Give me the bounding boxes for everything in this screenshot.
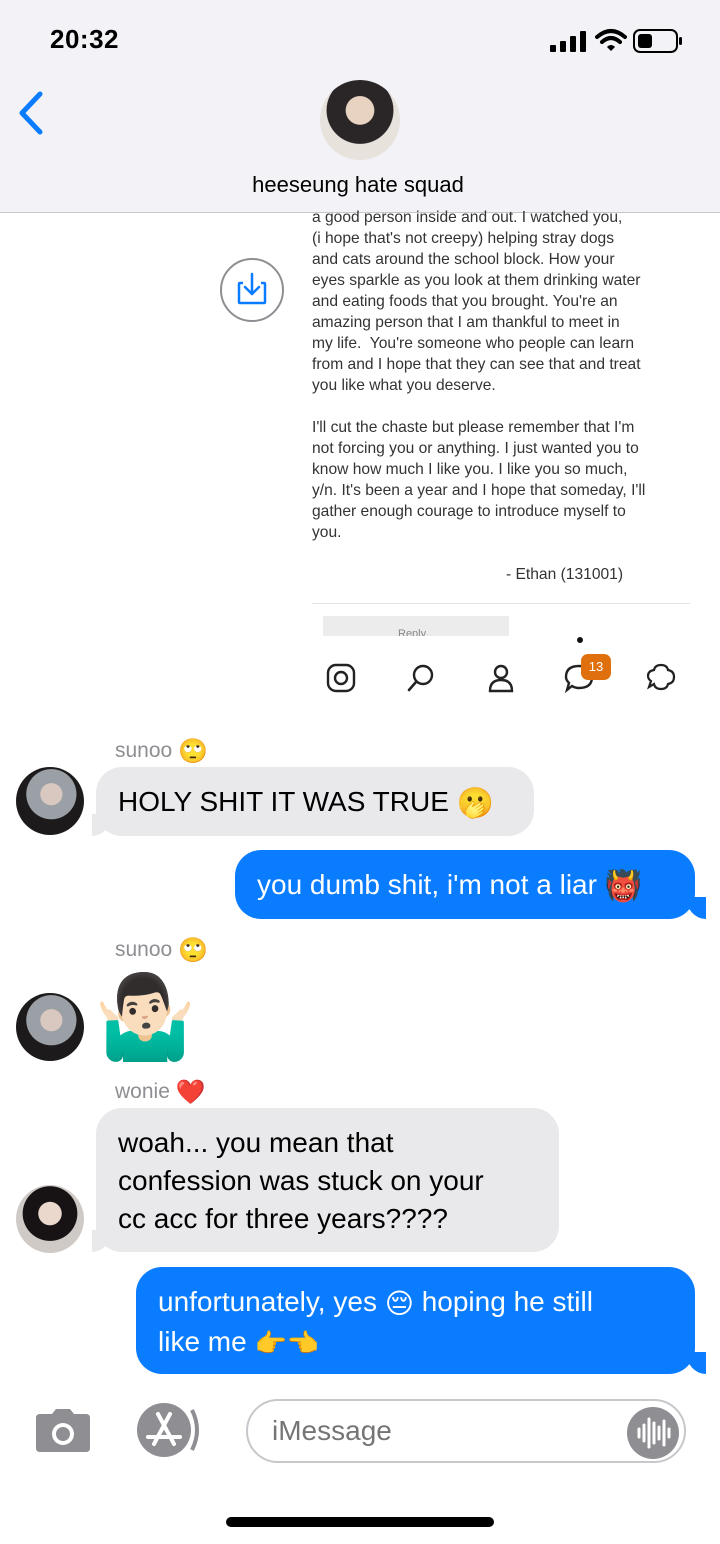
- group-name[interactable]: heeseung hate squad: [0, 172, 716, 198]
- group-avatar[interactable]: [320, 80, 400, 160]
- message-emoji: 👹: [604, 870, 643, 904]
- message-text: unfortunately, yes: [158, 1286, 377, 1317]
- status-time: 20:32: [50, 24, 119, 54]
- pensive-emoji: 😔: [384, 1287, 414, 1319]
- home-indicator: [226, 1517, 494, 1527]
- emoji-message[interactable]: 🤷🏻‍♂️: [94, 968, 196, 1068]
- save-image-button[interactable]: [220, 258, 284, 322]
- sunoo-avatar[interactable]: [16, 767, 84, 835]
- sender-emoji: 🙄: [178, 937, 208, 964]
- camera-icon[interactable]: [32, 1408, 94, 1454]
- back-chevron-icon[interactable]: [14, 88, 54, 138]
- sender-emoji: 🙄: [178, 738, 208, 765]
- sender-emoji: ❤️: [175, 1079, 206, 1106]
- wonie-avatar[interactable]: [16, 1185, 84, 1253]
- ask-icon: [646, 663, 676, 691]
- message-sender: wonie ❤️: [115, 1078, 206, 1107]
- search-icon: [407, 664, 434, 692]
- imessage-input[interactable]: [246, 1399, 686, 1463]
- profile-icon: [488, 664, 514, 693]
- active-tab-dot: [577, 637, 583, 643]
- letter-signature: - Ethan (131001): [506, 566, 624, 583]
- sunoo-avatar[interactable]: [16, 993, 84, 1061]
- message-line: like me 👉👈: [158, 1323, 673, 1363]
- sender-name: sunoo: [115, 739, 173, 763]
- message-line: woah... you mean that: [118, 1127, 394, 1158]
- notification-badge: 13: [581, 654, 611, 680]
- message-sender: sunoo 🙄: [115, 737, 208, 766]
- app-store-icon[interactable]: [134, 1402, 208, 1458]
- message-sender: sunoo 🙄: [115, 936, 208, 965]
- sender-name: wonie: [115, 1080, 170, 1104]
- outgoing-message-bubble[interactable]: unfortunately, yes 😔 hoping he still lik…: [136, 1267, 695, 1374]
- message-line: cc acc for three years????: [118, 1203, 448, 1234]
- message-text: hoping he still: [421, 1286, 593, 1317]
- battery-icon: [633, 29, 682, 53]
- message-text: HOLY SHIT IT WAS TRUE: [118, 786, 449, 817]
- audio-message-button[interactable]: [627, 1407, 679, 1459]
- confession-letter-text: a good person inside and out. I watched …: [312, 209, 646, 541]
- pointing-fingers-emoji: 👉👈: [254, 1328, 320, 1359]
- cellular-signal-icon: [550, 31, 586, 52]
- sender-name: sunoo: [115, 938, 173, 962]
- message-text: you dumb shit, i'm not a liar: [257, 869, 597, 900]
- message-emoji: 🫢: [456, 787, 495, 821]
- incoming-message-bubble[interactable]: woah... you mean that confession was stu…: [96, 1108, 559, 1252]
- outgoing-message-bubble[interactable]: you dumb shit, i'm not a liar 👹: [235, 850, 695, 919]
- incoming-message-bubble[interactable]: HOLY SHIT IT WAS TRUE 🫢: [96, 767, 534, 836]
- instagram-icon: [326, 663, 356, 693]
- download-icon: [237, 272, 267, 305]
- divider: [312, 603, 690, 604]
- message-text: like me: [158, 1325, 247, 1357]
- waveform-icon: [637, 1417, 671, 1449]
- wifi-icon: [595, 29, 627, 51]
- message-line: unfortunately, yes 😔 hoping he still: [158, 1283, 673, 1323]
- message-line: confession was stuck on your: [118, 1165, 484, 1196]
